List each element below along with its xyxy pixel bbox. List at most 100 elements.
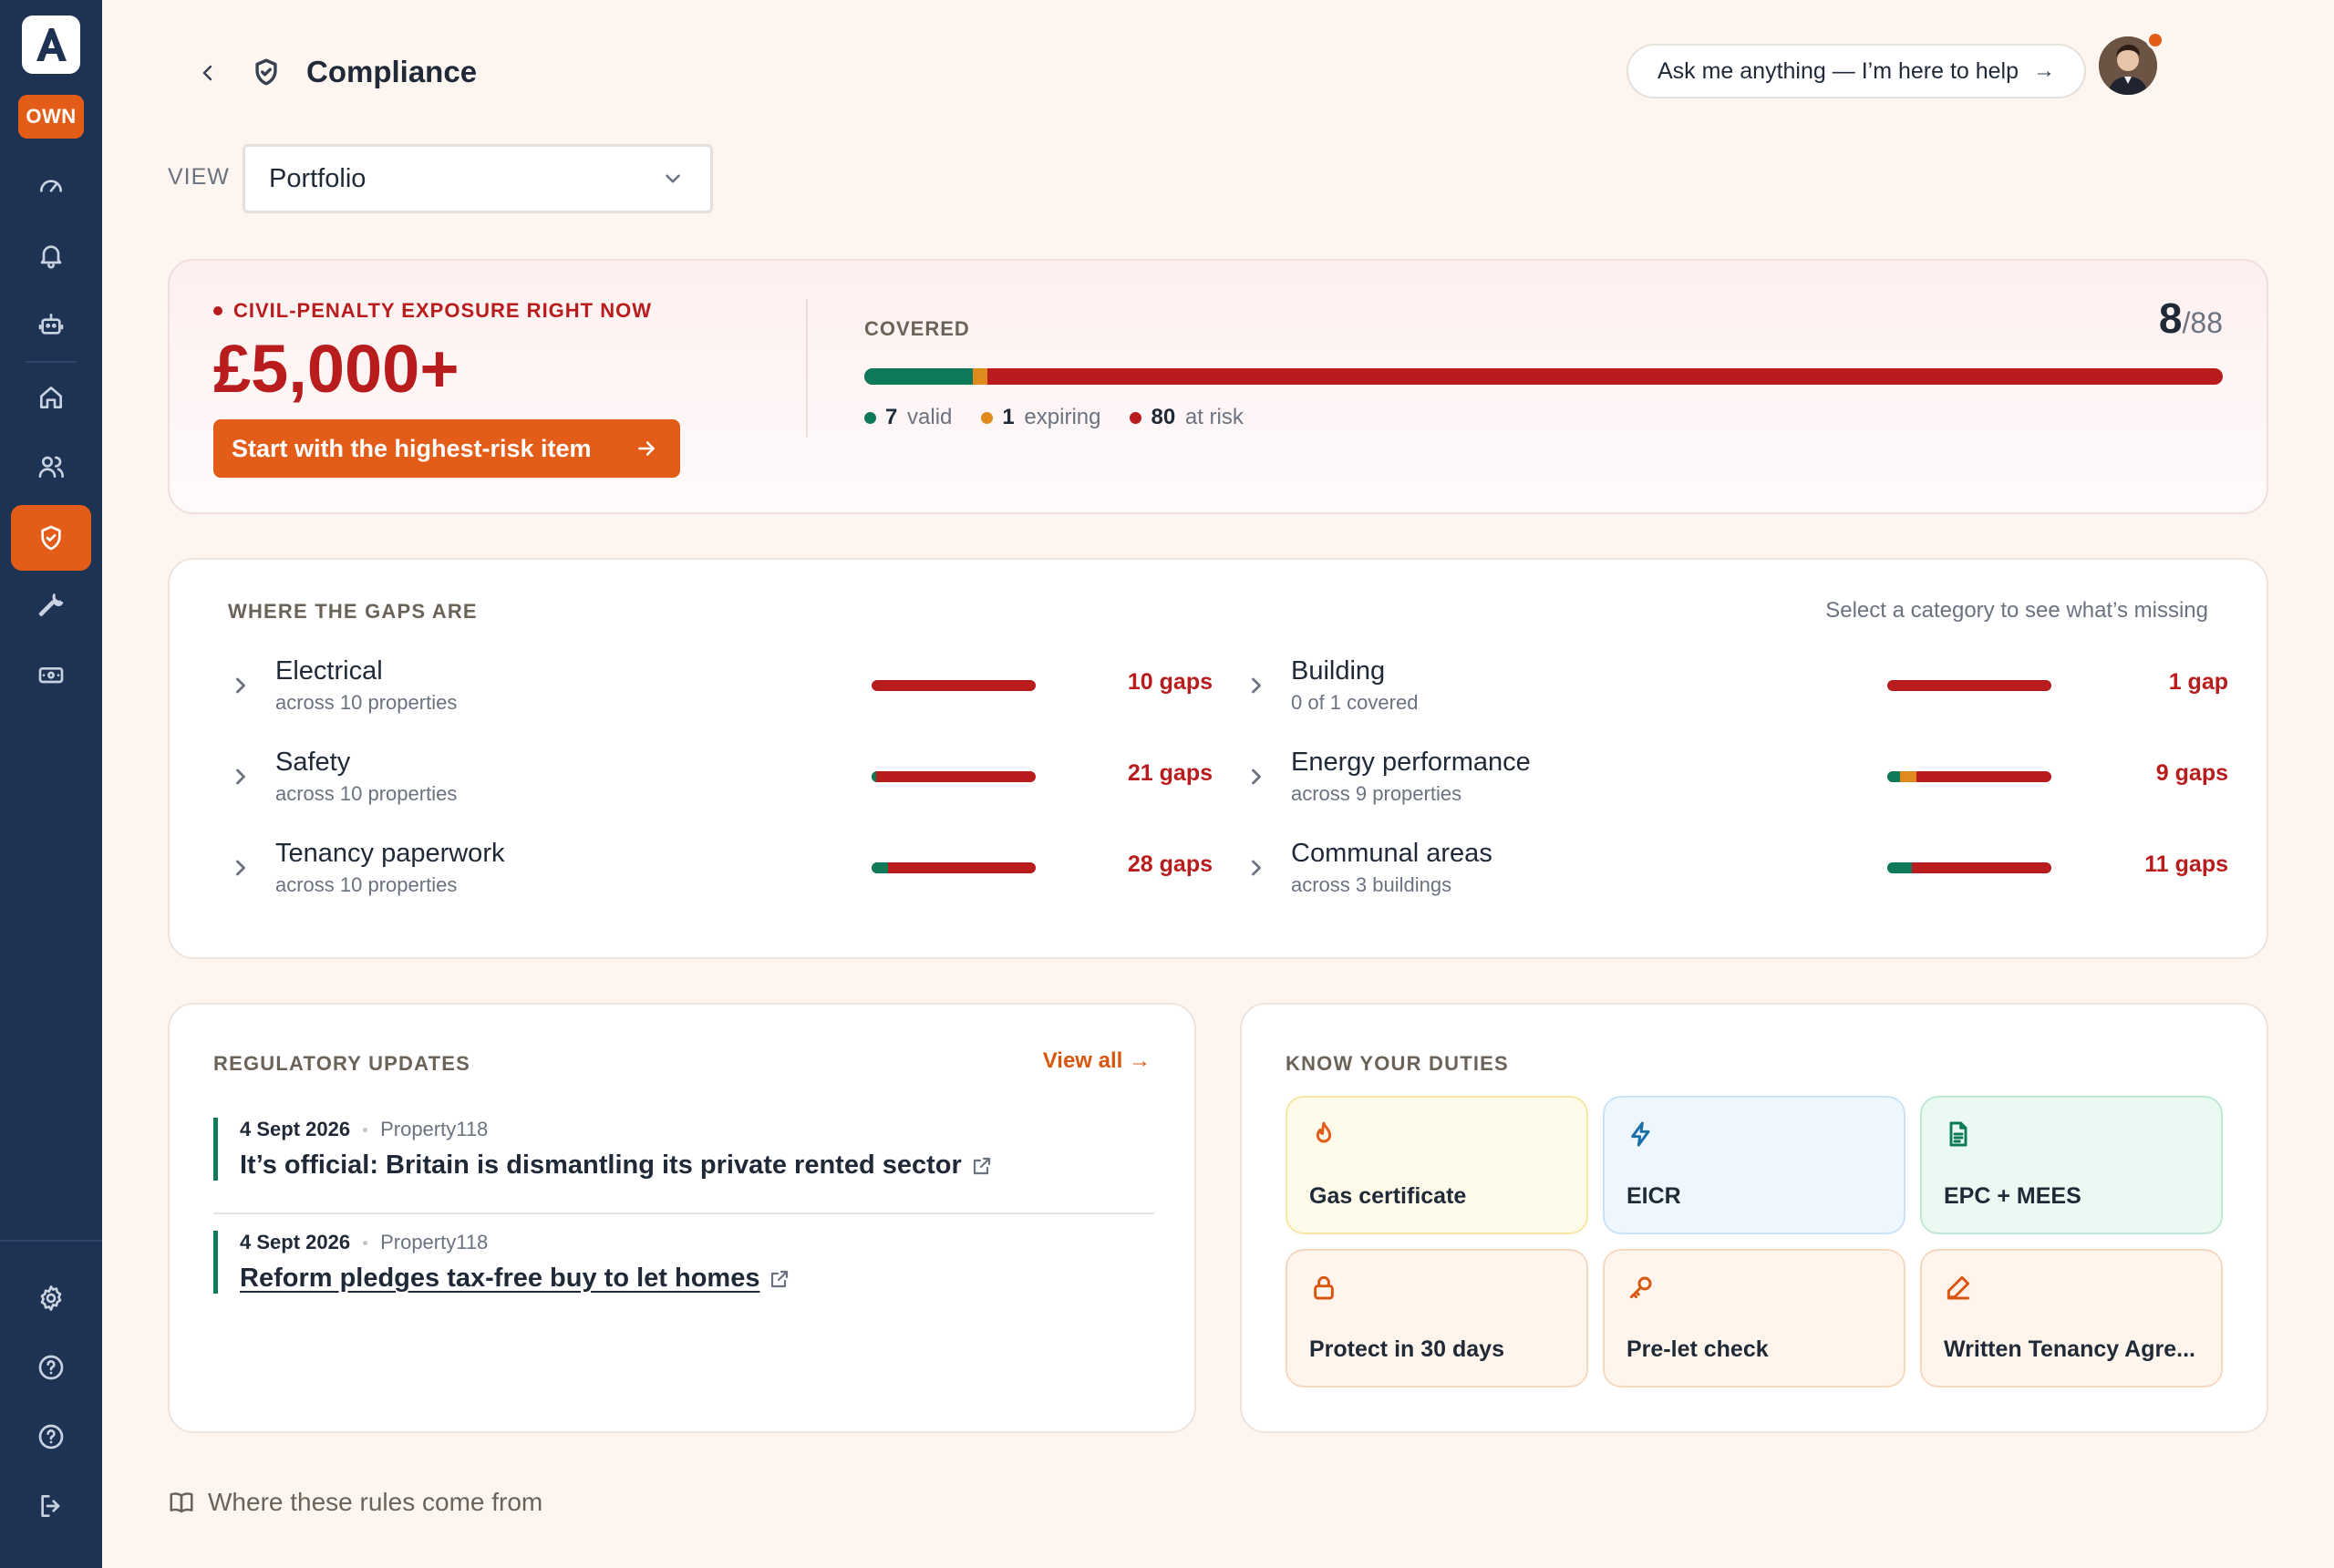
regulatory-updates-card: REGULATORY UPDATES View all → 4 Sept 202…	[168, 1003, 1196, 1433]
duty-eicr[interactable]: EICR	[1603, 1096, 1905, 1234]
arrow-right-icon: →	[2033, 58, 2056, 83]
gap-category-sub: across 10 properties	[275, 782, 458, 805]
duties-title: KNOW YOUR DUTIES	[1286, 1052, 1509, 1075]
gap-category-name: Communal areas	[1291, 839, 1492, 868]
covered-label: COVERED	[864, 317, 970, 340]
flame-icon	[1309, 1119, 1342, 1152]
highest-risk-button[interactable]: Start with the highest-risk item	[213, 419, 680, 478]
gap-bar-valid	[1887, 771, 1901, 782]
news-divider	[213, 1212, 1154, 1214]
coverage-bar-expiring	[972, 368, 988, 385]
updates-title: REGULATORY UPDATES	[213, 1052, 470, 1075]
shield-check-icon	[41, 525, 61, 551]
rules-source-link[interactable]: Where these rules come from	[168, 1488, 542, 1517]
gap-category-name: Tenancy paperwork	[275, 839, 505, 868]
gap-count: 21 gaps	[1127, 760, 1213, 786]
news-item[interactable]: 4 Sept 2026 Property118 Reform pledges t…	[213, 1231, 1154, 1294]
legend-at-risk: 80 at risk	[1130, 405, 1244, 430]
gear-icon	[40, 1285, 62, 1311]
gap-progress-bar	[872, 862, 1036, 873]
app-logo[interactable]	[22, 15, 80, 74]
own-badge: OWN	[18, 95, 84, 139]
gap-progress-bar	[1887, 862, 2051, 873]
gap-category-row[interactable]: Safety across 10 properties 21 gaps	[228, 742, 1213, 815]
sidebar-item-properties[interactable]	[22, 368, 80, 427]
view-select[interactable]: Portfolio	[243, 144, 713, 213]
gap-category-row[interactable]: Building 0 of 1 covered 1 gap	[1244, 651, 2228, 724]
gaps-card: WHERE THE GAPS ARE Select a category to …	[168, 558, 2268, 959]
highest-risk-label: Start with the highest-risk item	[232, 434, 592, 462]
covered-count: 8/88	[2159, 294, 2223, 343]
chevron-down-icon	[666, 174, 680, 183]
meta-separator	[363, 1240, 368, 1245]
gap-category-sub: across 10 properties	[275, 691, 458, 714]
legend-valid: 7 valid	[864, 405, 952, 430]
news-date: 4 Sept 2026	[240, 1118, 351, 1140]
rules-source-label: Where these rules come from	[208, 1488, 543, 1516]
sidebar-item-notifications[interactable]	[22, 226, 80, 284]
sidebar-item-dashboard[interactable]	[22, 157, 80, 215]
covered-total: /88	[2182, 306, 2223, 339]
external-link-icon	[771, 1270, 789, 1287]
chevron-right-icon	[1244, 855, 1273, 884]
news-source: Property118	[380, 1118, 489, 1140]
sidebar-item-tenants[interactable]	[22, 438, 80, 496]
exposure-label-text: CIVIL-PENALTY EXPOSURE RIGHT NOW	[233, 299, 652, 322]
lightning-icon	[1627, 1119, 1659, 1152]
external-link-icon	[973, 1157, 990, 1174]
sidebar-item-help[interactable]	[22, 1338, 80, 1397]
news-headline[interactable]: It’s official: Britain is dismantling it…	[240, 1150, 1154, 1181]
sidebar-item-maintenance[interactable]	[22, 576, 80, 634]
gap-bar-valid	[872, 771, 877, 782]
duty-pre-let-check[interactable]: Pre-let check	[1603, 1249, 1905, 1387]
home-icon	[40, 387, 62, 408]
exposure-dot	[213, 306, 222, 315]
news-headline[interactable]: Reform pledges tax-free buy to let homes	[240, 1264, 1154, 1294]
sidebar-item-support[interactable]	[22, 1408, 80, 1466]
duty-label: Gas certificate	[1309, 1183, 1467, 1209]
duty-written-tenancy[interactable]: Written Tenancy Agre...	[1920, 1249, 2223, 1387]
gap-count: 28 gaps	[1127, 851, 1213, 877]
gap-category-row[interactable]: Electrical across 10 properties 10 gaps	[228, 651, 1213, 724]
news-date: 4 Sept 2026	[240, 1231, 351, 1253]
duty-epc-mees[interactable]: EPC + MEES	[1920, 1096, 2223, 1234]
chevron-left-icon	[202, 65, 212, 81]
gap-category-name: Building	[1291, 656, 1386, 686]
chevron-right-icon	[1244, 764, 1273, 793]
chevron-right-icon	[228, 764, 257, 793]
gap-category-row[interactable]: Energy performance across 9 properties 9 g…	[1244, 742, 2228, 815]
view-all-link[interactable]: View all →	[1043, 1048, 1151, 1074]
gap-progress-bar	[1887, 680, 2051, 691]
exposure-amount: £5,000+	[213, 331, 460, 407]
view-label: VIEW	[168, 164, 230, 190]
hero-divider	[806, 299, 808, 438]
duty-protect-deposit[interactable]: Protect in 30 days	[1286, 1249, 1588, 1387]
gap-category-name: Safety	[275, 748, 351, 777]
coverage-bar-valid	[864, 368, 973, 385]
gap-category-sub: across 10 properties	[275, 873, 458, 896]
gap-category-row[interactable]: Communal areas across 3 buildings 11 gaps	[1244, 833, 2228, 906]
gap-progress-bar	[872, 771, 1036, 782]
lock-icon	[1309, 1273, 1342, 1305]
back-button[interactable]	[190, 55, 226, 91]
gap-count: 10 gaps	[1127, 669, 1213, 695]
gap-bar-valid	[1887, 862, 1912, 873]
logo-a-icon	[36, 28, 67, 61]
ask-assistant-button[interactable]: Ask me anything — I’m here to help →	[1627, 44, 2086, 98]
money-icon	[38, 667, 64, 684]
duty-gas-certificate[interactable]: Gas certificate	[1286, 1096, 1588, 1234]
chevron-right-icon	[228, 673, 257, 702]
gap-category-sub: across 3 buildings	[1291, 873, 1452, 896]
sidebar-item-assistant[interactable]	[22, 295, 80, 354]
sidebar-item-logout[interactable]	[22, 1477, 80, 1535]
sidebar-item-settings[interactable]	[22, 1269, 80, 1327]
gap-category-row[interactable]: Tenancy paperwork across 10 properties 28 …	[228, 833, 1213, 906]
logout-icon	[41, 1495, 60, 1517]
sidebar-item-compliance[interactable]	[11, 505, 91, 571]
key-icon	[1627, 1273, 1659, 1305]
sidebar-item-finance[interactable]	[22, 645, 80, 704]
duty-label: Protect in 30 days	[1309, 1336, 1504, 1362]
duty-label: Written Tenancy Agre...	[1944, 1336, 2195, 1362]
arrow-right-icon	[638, 441, 655, 456]
news-item[interactable]: 4 Sept 2026 Property118 It’s official: B…	[213, 1118, 1154, 1181]
